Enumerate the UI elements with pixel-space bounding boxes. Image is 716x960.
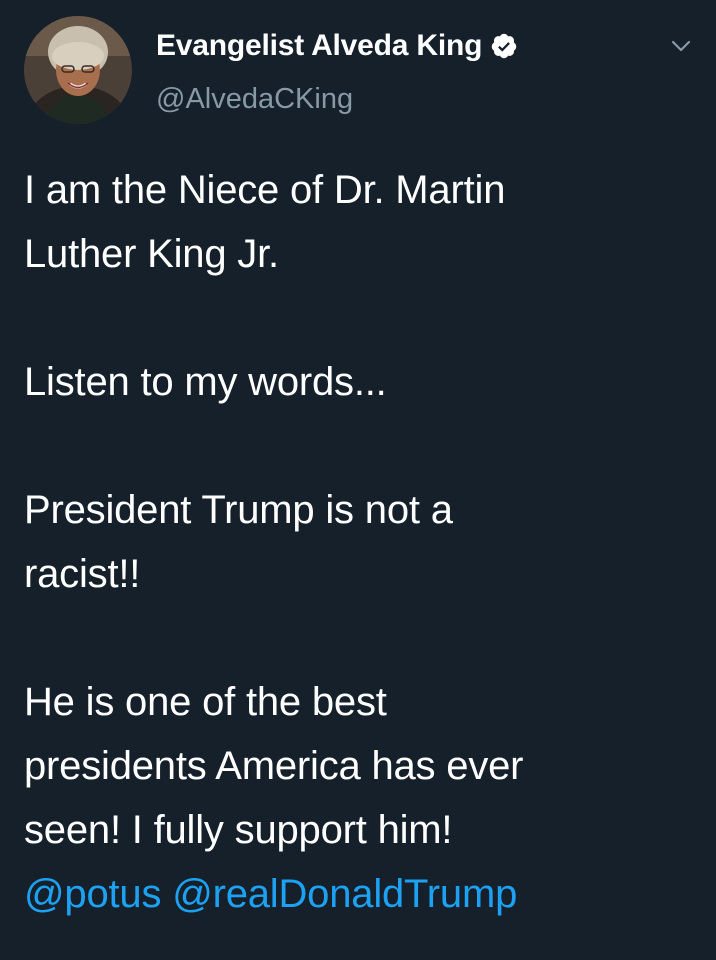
author-display-name[interactable]: Evangelist Alveda King [156, 28, 482, 64]
tweet-line: presidents America has ever [24, 744, 524, 788]
author-name-row: Evangelist Alveda King [156, 28, 518, 64]
author-avatar[interactable] [24, 16, 132, 124]
tweet-card: Evangelist Alveda King @AlvedaCKing I am… [0, 0, 716, 960]
tweet-line: seen! I fully support him! [24, 808, 453, 852]
tweet-line: racist!! [24, 552, 141, 596]
tweet-line: President Trump is not a [24, 488, 453, 532]
tweet-line: He is one of the best [24, 680, 387, 724]
tweet-line: Listen to my words... [24, 360, 387, 404]
mentions-line: @potus @realDonaldTrump [24, 862, 694, 926]
verified-badge-icon [490, 32, 518, 60]
tweet-line: Luther King Jr. [24, 232, 279, 276]
chevron-down-icon[interactable] [670, 38, 692, 54]
author-handle[interactable]: @AlvedaCKing [156, 82, 353, 116]
tweet-text: I am the Niece of Dr. Martin Luther King… [24, 158, 694, 926]
tweet-line: I am the Niece of Dr. Martin [24, 168, 506, 212]
mention-potus-link[interactable]: @potus [24, 872, 161, 916]
profile-photo-icon [24, 16, 132, 124]
mention-realdonaldtrump-link[interactable]: @realDonaldTrump [172, 872, 517, 916]
